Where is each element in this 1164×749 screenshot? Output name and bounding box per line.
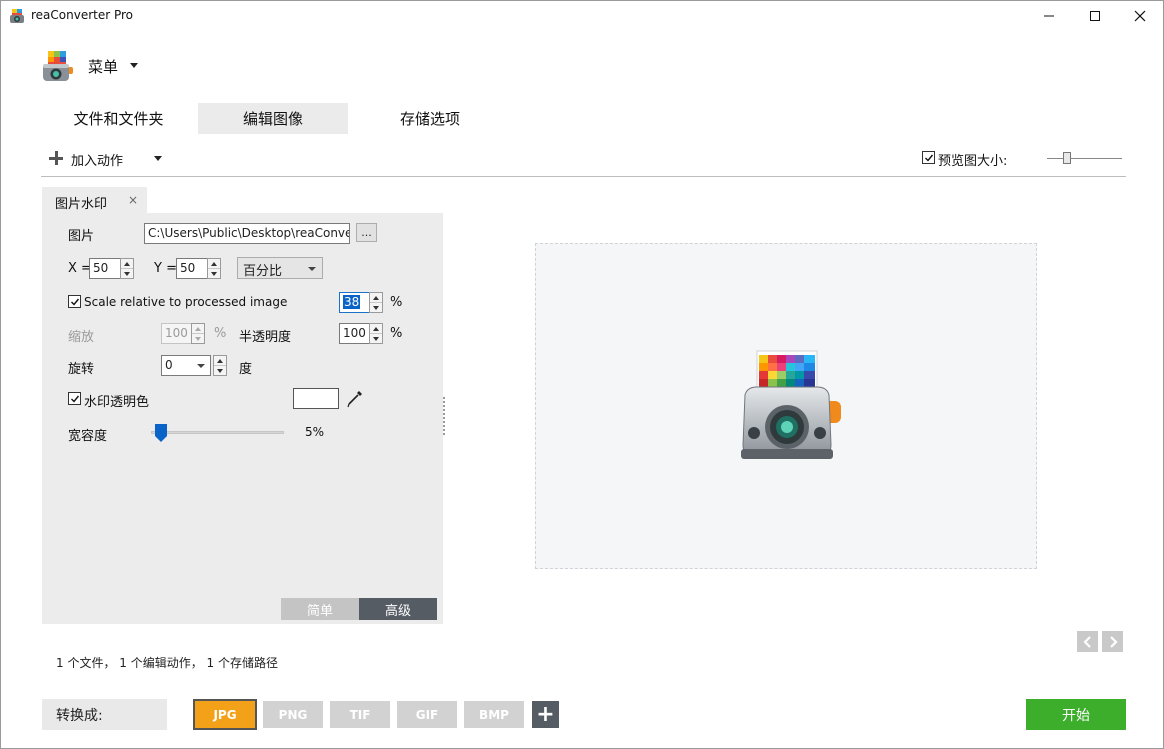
checkmark-icon: [70, 395, 79, 403]
preview-size-slider-thumb[interactable]: [1063, 152, 1071, 164]
maximize-button[interactable]: [1072, 1, 1118, 31]
preview-size-slider-track[interactable]: [1047, 158, 1122, 159]
add-action-button[interactable]: 加入动作: [71, 150, 123, 169]
zoom-input[interactable]: 100: [161, 323, 192, 344]
y-input[interactable]: 50: [176, 258, 208, 279]
opacity-spinner[interactable]: [369, 323, 383, 344]
image-path-input[interactable]: C:\Users\Public\Desktop\reaConverte: [144, 223, 350, 244]
opacity-percent: %: [390, 326, 403, 341]
degree-label: 度: [239, 362, 253, 377]
watermark-panel-title: 图片水印: [55, 197, 108, 212]
x-spinner[interactable]: [120, 258, 134, 279]
app-icon: [10, 9, 24, 23]
format-gif-button[interactable]: GIF: [397, 701, 457, 728]
transparent-color-label: 水印透明色: [84, 395, 150, 410]
start-button[interactable]: 开始: [1026, 699, 1126, 730]
scale-relative-percent: %: [390, 295, 403, 310]
unit-select-chevron-down-icon[interactable]: [308, 267, 316, 271]
minimize-button[interactable]: [1026, 1, 1072, 31]
tab-files-and-folders[interactable]: 文件和文件夹: [56, 103, 181, 134]
format-tif-button[interactable]: TIF: [330, 701, 390, 728]
tolerance-label: 宽容度: [68, 429, 108, 444]
convert-to-text: 转换成:: [56, 707, 103, 724]
window-title: reaConverter Pro: [31, 8, 134, 22]
browse-button[interactable]: ...: [356, 223, 377, 242]
maximize-icon: [1090, 11, 1100, 21]
tolerance-slider-thumb[interactable]: [155, 424, 167, 442]
opacity-label: 半透明度: [239, 330, 292, 345]
transparent-color-checkbox[interactable]: [68, 392, 81, 405]
tab-edit-image[interactable]: 编辑图像: [198, 103, 348, 134]
minimize-icon: [1044, 15, 1054, 17]
panel-splitter[interactable]: [443, 397, 445, 435]
plus-icon[interactable]: [49, 151, 63, 165]
title-bar: reaConverter Pro: [1, 1, 1163, 31]
simple-mode-button[interactable]: 简单: [281, 598, 359, 620]
zoom-percent: %: [214, 326, 227, 341]
x-input[interactable]: 50: [89, 258, 121, 279]
tolerance-slider-track[interactable]: [151, 431, 284, 434]
scale-relative-value: 38: [343, 295, 361, 309]
rotate-value: 0: [165, 358, 173, 372]
convert-to-label: 转换成:: [42, 699, 167, 730]
transparent-color-swatch[interactable]: [293, 388, 339, 409]
tolerance-value: 5%: [305, 425, 325, 439]
eyedropper-icon[interactable]: [346, 389, 364, 409]
format-png-button[interactable]: PNG: [263, 701, 323, 728]
tab-save-options[interactable]: 存储选项: [366, 103, 494, 134]
add-action-chevron-down-icon[interactable]: [154, 156, 162, 161]
y-label: Y =: [154, 261, 177, 276]
advanced-mode-button[interactable]: 高级: [359, 598, 437, 620]
scale-relative-spinner[interactable]: [369, 292, 383, 313]
scale-relative-label: Scale relative to processed image: [84, 295, 288, 309]
format-jpg-button[interactable]: JPG: [193, 699, 257, 730]
previous-arrow-icon[interactable]: [1077, 631, 1098, 652]
app-window: reaConverter Pro 菜单 文件和文件夹 编辑图像 存储选项 加入动…: [0, 0, 1164, 749]
y-spinner[interactable]: [207, 258, 221, 279]
scale-relative-input[interactable]: 38: [339, 292, 370, 313]
chevron-down-icon[interactable]: [130, 63, 138, 68]
next-arrow-icon[interactable]: [1102, 631, 1123, 652]
rotate-chevron-down-icon[interactable]: [197, 364, 205, 368]
checkmark-icon: [924, 154, 933, 162]
preview-image: [741, 350, 841, 459]
close-button[interactable]: [1117, 1, 1163, 31]
app-logo-icon[interactable]: [41, 49, 73, 83]
opacity-input[interactable]: 100: [339, 323, 370, 344]
close-icon: [1134, 10, 1146, 22]
close-panel-icon[interactable]: ×: [128, 193, 138, 207]
add-format-button[interactable]: +: [532, 701, 559, 728]
preview-size-checkbox[interactable]: [922, 151, 935, 164]
format-bmp-button[interactable]: BMP: [464, 701, 524, 728]
menu-button[interactable]: 菜单: [88, 56, 118, 77]
zoom-label: 缩放: [68, 330, 95, 345]
preview-size-label: 预览图大小:: [938, 154, 1008, 169]
unit-select-value: 百分比: [243, 264, 283, 279]
status-summary: 1 个文件， 1 个编辑动作， 1 个存储路径: [56, 656, 278, 670]
zoom-spinner[interactable]: [191, 323, 205, 344]
divider: [41, 176, 1126, 177]
rotate-label: 旋转: [68, 362, 95, 377]
scale-relative-checkbox[interactable]: [68, 295, 81, 308]
image-label: 图片: [68, 229, 95, 244]
rotate-spinner[interactable]: [213, 355, 227, 376]
checkmark-icon: [70, 298, 79, 306]
